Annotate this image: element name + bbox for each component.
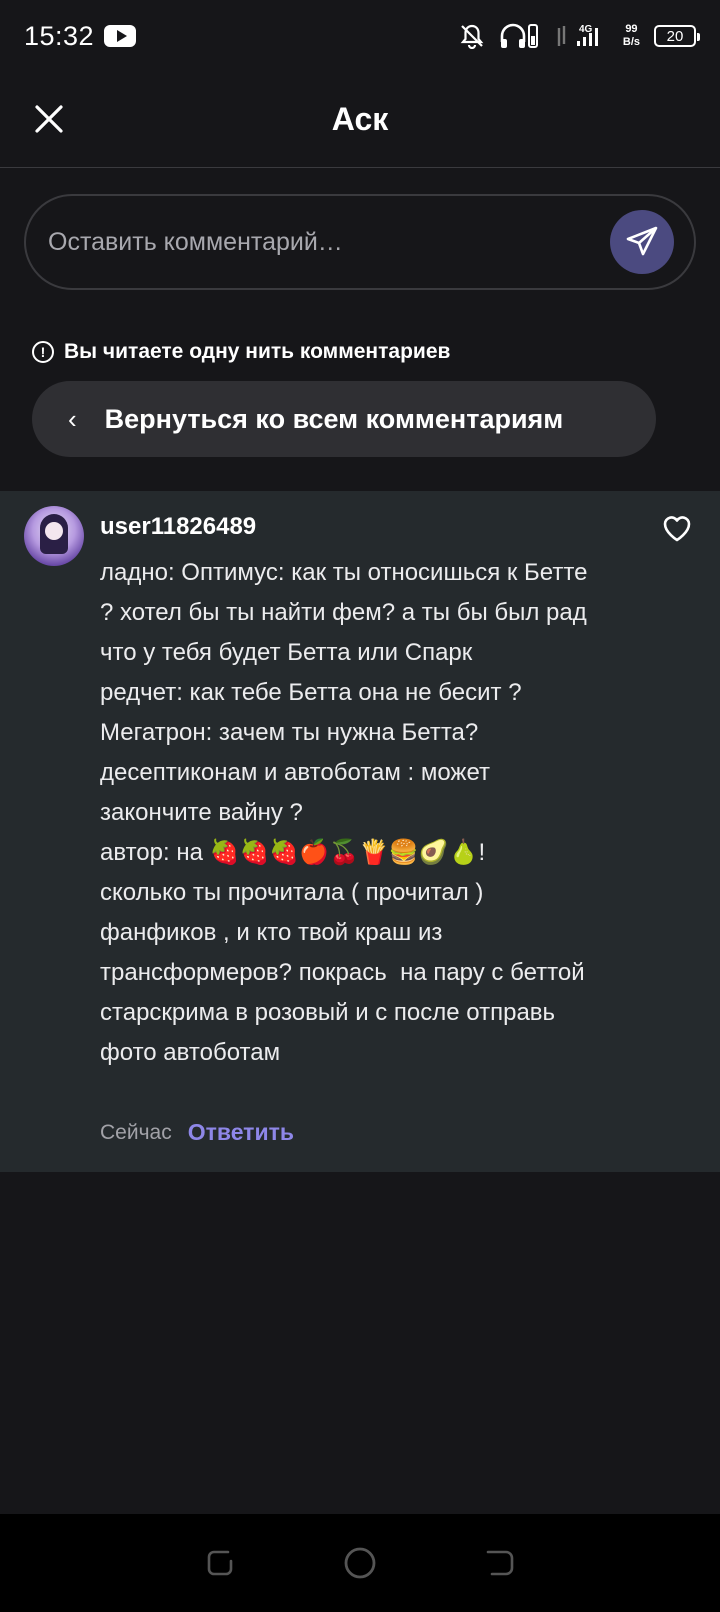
back-button[interactable] — [480, 1543, 520, 1583]
signal-icon: 4G — [553, 22, 609, 50]
recents-button[interactable] — [200, 1543, 240, 1583]
home-icon — [344, 1547, 376, 1579]
page-title: Аск — [331, 101, 389, 137]
avatar[interactable] — [24, 506, 84, 566]
reply-button[interactable]: Ответить — [188, 1119, 294, 1146]
status-time: 15:32 — [24, 20, 95, 51]
system-nav-bar — [0, 1514, 720, 1612]
comment-username[interactable]: user11826489 — [100, 513, 256, 541]
close-icon — [35, 105, 63, 133]
recents-icon — [207, 1550, 233, 1576]
comment-input-container — [24, 194, 696, 290]
back-to-all-comments-button[interactable]: ‹ Вернуться ко всем комментариям — [32, 381, 656, 457]
info-icon: ! — [32, 341, 54, 363]
status-icons: 4G 99 B/s 20 — [459, 22, 700, 50]
comment-card: user11826489 ладно: Оптимус: как ты отно… — [0, 491, 720, 1172]
header: Аск — [0, 72, 720, 168]
back-to-all-comments-label: Вернуться ко всем комментариям — [104, 403, 564, 434]
comment-timestamp: Сейчас — [100, 1120, 172, 1144]
heart-icon — [663, 516, 691, 542]
home-button[interactable] — [340, 1543, 380, 1583]
status-bar: 15:32 4G 99 B/s 20 — [0, 0, 720, 72]
net-speed-value: 99 — [625, 23, 638, 35]
thread-notice: ! Вы читаете одну нить комментариев — [32, 340, 450, 364]
like-button[interactable] — [660, 511, 700, 551]
chevron-left-icon: ‹ — [68, 403, 77, 434]
comment-input[interactable] — [48, 227, 610, 257]
battery-indicator: 20 — [654, 25, 700, 47]
youtube-icon — [104, 25, 137, 47]
thread-notice-text: Вы читаете одну нить комментариев — [64, 340, 451, 363]
send-button[interactable] — [610, 210, 674, 274]
net-speed: 99 B/s — [623, 23, 640, 49]
back-icon — [486, 1550, 514, 1576]
screen: 15:32 4G 99 B/s 20 Аск Оставить коммента… — [0, 0, 720, 1612]
net-speed-unit: B/s — [622, 36, 640, 48]
headphones-icon — [499, 22, 539, 50]
send-icon — [626, 226, 658, 256]
comment-text: ладно: Оптимус: как ты относишься к Бетт… — [100, 559, 588, 1066]
notifications-off-icon — [459, 23, 485, 49]
comment-meta: Сейчас Ответить — [100, 1119, 294, 1146]
close-button[interactable] — [28, 98, 70, 140]
